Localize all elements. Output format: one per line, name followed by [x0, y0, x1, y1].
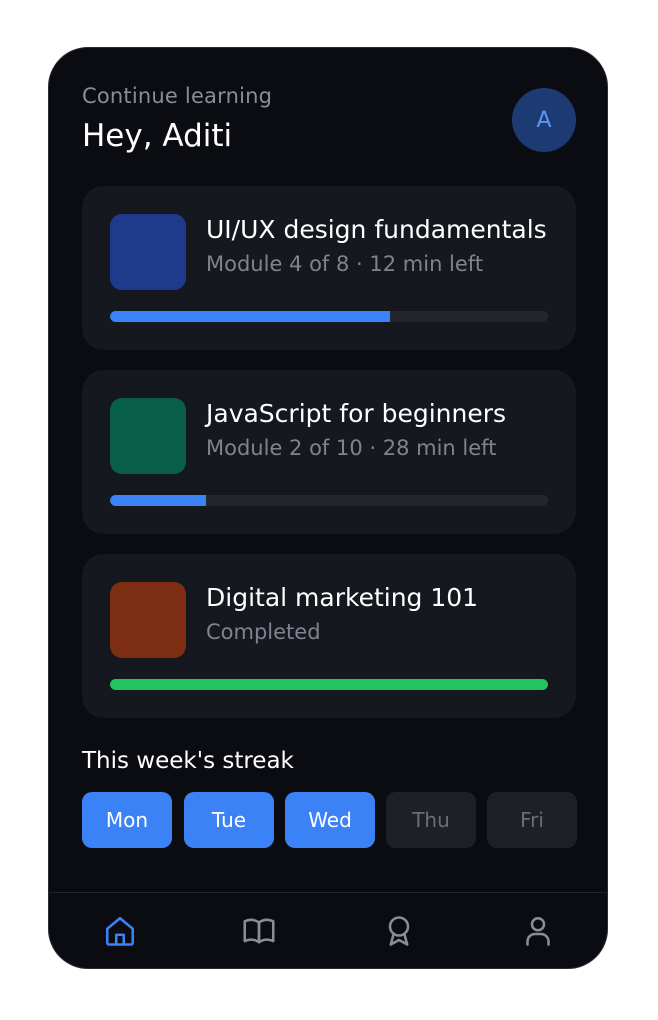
- award-icon: [388, 916, 410, 946]
- streak-day-mon[interactable]: Mon: [82, 792, 172, 848]
- streak-day-fri[interactable]: Fri: [487, 792, 577, 848]
- book-icon: [243, 918, 275, 944]
- progress-fill: [110, 311, 391, 322]
- course-title: JavaScript for beginners: [206, 399, 507, 428]
- streak-day-tue[interactable]: Tue: [184, 792, 274, 848]
- course-progress-text: Module 4 of 8 · 12 min left: [206, 252, 484, 276]
- course-thumbnail: [110, 582, 186, 658]
- page-title: Hey, Aditi: [82, 118, 233, 154]
- streak-day-thu[interactable]: Thu: [386, 792, 476, 848]
- page-subtitle: Continue learning: [82, 84, 273, 108]
- course-card[interactable]: JavaScript for beginners Module 2 of 10 …: [82, 370, 576, 534]
- nav-achievements[interactable]: [381, 913, 417, 949]
- streak-heading: This week's streak: [82, 748, 294, 774]
- nav-library[interactable]: [241, 913, 277, 949]
- home-icon: [105, 916, 135, 946]
- course-thumbnail: [110, 214, 186, 290]
- streak-day-wed[interactable]: Wed: [285, 792, 375, 848]
- progress-bar: [110, 679, 548, 690]
- course-title: UI/UX design fundamentals: [206, 215, 547, 244]
- progress-bar: [110, 311, 548, 322]
- course-status-text: Completed: [206, 620, 321, 644]
- progress-bar: [110, 495, 548, 506]
- user-icon: [526, 916, 550, 946]
- nav-home[interactable]: [102, 913, 138, 949]
- course-progress-text: Module 2 of 10 · 28 min left: [206, 436, 497, 460]
- course-card[interactable]: UI/UX design fundamentals Module 4 of 8 …: [82, 186, 576, 350]
- progress-fill: [110, 495, 207, 506]
- course-title: Digital marketing 101: [206, 583, 479, 612]
- course-card[interactable]: Digital marketing 101 Completed: [82, 554, 576, 718]
- course-thumbnail: [110, 398, 186, 474]
- app-screen: Continue learning Hey, Aditi A UI/UX des…: [48, 47, 608, 969]
- avatar[interactable]: A: [512, 88, 576, 152]
- nav-profile[interactable]: [520, 913, 556, 949]
- progress-fill: [110, 679, 548, 690]
- bottom-nav: [49, 892, 607, 968]
